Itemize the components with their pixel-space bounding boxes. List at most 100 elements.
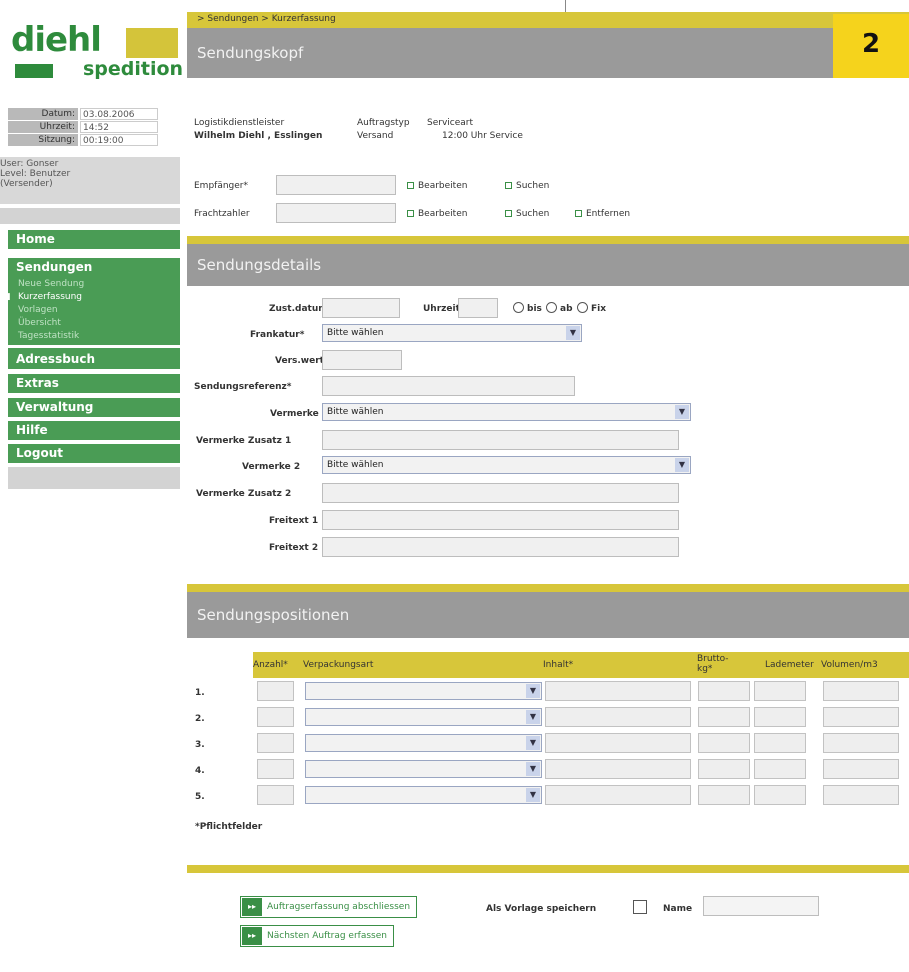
inhalt-input-2[interactable] [545,707,691,727]
referenz-input[interactable] [322,376,575,396]
verpackungsart-select-3[interactable]: ▼ [305,734,542,752]
session-row: Sitzung: 00:19:00 [8,134,158,146]
anzahl-input-2[interactable] [257,707,294,727]
nav-sub-tagesstatistik[interactable]: Tagesstatistik [8,330,180,345]
uhrzeit-label: Uhrzeit [423,304,460,314]
serviceart-label: Serviceart [427,118,474,128]
verpackungsart-select-4[interactable]: ▼ [305,760,542,778]
volumen-input-2[interactable] [823,707,899,727]
lademeter-input-4[interactable] [754,759,806,779]
serviceart-value: 12:00 Uhr Service [442,131,523,141]
brutto-input-2[interactable] [698,707,750,727]
lademeter-input-1[interactable] [754,681,806,701]
time-row: Uhrzeit: 14:52 [8,121,158,133]
vorlage-checkbox[interactable] [633,900,647,914]
chevron-down-icon: ▼ [675,405,689,419]
inhalt-input-1[interactable] [545,681,691,701]
inhalt-input-5[interactable] [545,785,691,805]
nav-sub-neue-sendung[interactable]: Neue Sendung [8,278,180,291]
nav-sub-kurzerfassung[interactable]: ■ Kurzerfassung [2,291,180,304]
inhalt-input-3[interactable] [545,733,691,753]
zust-datum-input[interactable] [322,298,400,318]
chevron-down-icon: ▼ [526,710,540,724]
volumen-input-1[interactable] [823,681,899,701]
col-header-brutto-line1: Brutto- [697,654,729,664]
vermerke-zusatz1-label: Vermerke Zusatz 1 [196,436,292,446]
verpackungsart-select-5[interactable]: ▼ [305,786,542,804]
vers-wert-label: Vers.wert [275,356,324,366]
forward-icon: ▸▸ [242,898,262,916]
nav-verwaltung[interactable]: Verwaltung [8,398,180,418]
brutto-input-5[interactable] [698,785,750,805]
radio-bis-label: bis [527,304,542,314]
main-content: > Sendungen > Kurzerfassung Sendungskopf… [187,0,909,972]
frachtzahler-suchen-link[interactable]: Suchen [505,209,549,219]
brutto-input-1[interactable] [698,681,750,701]
row-number-2: 2. [195,714,205,724]
freitext1-input[interactable] [322,510,679,530]
chevron-down-icon: ▼ [526,762,540,776]
vermerke2-select[interactable]: Bitte wählen ▼ [322,456,691,474]
lademeter-input-2[interactable] [754,707,806,727]
empfaenger-suchen-label: Suchen [516,181,550,191]
volumen-input-3[interactable] [823,733,899,753]
empfaenger-bearbeiten-link[interactable]: Bearbeiten [407,181,467,191]
logo-sub-text: spedition [83,58,184,80]
naechster-auftrag-button[interactable]: ▸▸ Nächsten Auftrag erfassen [240,925,394,947]
radio-bis[interactable] [513,302,524,313]
frachtzahler-bearbeiten-link[interactable]: Bearbeiten [407,209,467,219]
nav-adressbuch[interactable]: Adressbuch [8,348,180,370]
frachtzahler-bearbeiten-label: Bearbeiten [418,209,468,219]
col-header-volumen: Volumen/m3 [821,652,909,678]
lademeter-input-5[interactable] [754,785,806,805]
inhalt-input-4[interactable] [545,759,691,779]
anzahl-input-1[interactable] [257,681,294,701]
anzahl-input-5[interactable] [257,785,294,805]
freitext2-input[interactable] [322,537,679,557]
vermerke-label: Vermerke [270,409,319,419]
pflichtfelder-note: *Pflichtfelder [195,822,263,832]
vermerke-zusatz2-label: Vermerke Zusatz 2 [196,489,292,499]
time-label: Uhrzeit: [8,121,78,133]
volumen-input-5[interactable] [823,785,899,805]
vers-wert-input[interactable] [322,350,402,370]
brutto-input-3[interactable] [698,733,750,753]
radio-fix[interactable] [577,302,588,313]
frachtzahler-input[interactable] [276,203,396,223]
nav-sendungen[interactable]: Sendungen [8,258,180,278]
abschliessen-button[interactable]: ▸▸ Auftragserfassung abschliessen [240,896,418,918]
verpackungsart-select-2[interactable]: ▼ [305,708,542,726]
nav-sub-uebersicht[interactable]: Übersicht [8,317,180,330]
empfaenger-input[interactable] [276,175,396,195]
anzahl-input-4[interactable] [257,759,294,779]
vermerke-zusatz2-input[interactable] [322,483,679,503]
vermerke-zusatz1-input[interactable] [322,430,679,450]
lademeter-input-3[interactable] [754,733,806,753]
freitext2-label: Freitext 2 [269,543,319,553]
vermerke-select[interactable]: Bitte wählen ▼ [322,403,691,421]
frachtzahler-entfernen-link[interactable]: Entfernen [575,209,630,219]
vermerke2-value: Bitte wählen [327,460,384,470]
session-label: Sitzung: [8,134,78,146]
search-icon [505,210,512,217]
breadcrumb[interactable]: > Sendungen > Kurzerfassung [197,14,336,24]
nav-extras[interactable]: Extras [8,374,180,394]
vermerke-value: Bitte wählen [327,407,384,417]
anzahl-input-3[interactable] [257,733,294,753]
nav-home[interactable]: Home [8,230,180,250]
volumen-input-4[interactable] [823,759,899,779]
frankatur-select[interactable]: Bitte wählen ▼ [322,324,582,342]
nav-hilfe[interactable]: Hilfe [8,421,180,441]
name-input[interactable] [703,896,819,916]
uhrzeit-input[interactable] [458,298,498,318]
radio-ab[interactable] [546,302,557,313]
verpackungsart-select-1[interactable]: ▼ [305,682,542,700]
brutto-input-4[interactable] [698,759,750,779]
diehl-logo: diehl spedition [8,20,184,90]
empfaenger-suchen-link[interactable]: Suchen [505,181,549,191]
nav-logout[interactable]: Logout [8,444,180,464]
logo-green-bar [15,64,53,78]
freitext1-label: Freitext 1 [269,516,319,526]
empfaenger-bearbeiten-label: Bearbeiten [418,181,468,191]
nav-sub-vorlagen[interactable]: Vorlagen [8,304,180,317]
